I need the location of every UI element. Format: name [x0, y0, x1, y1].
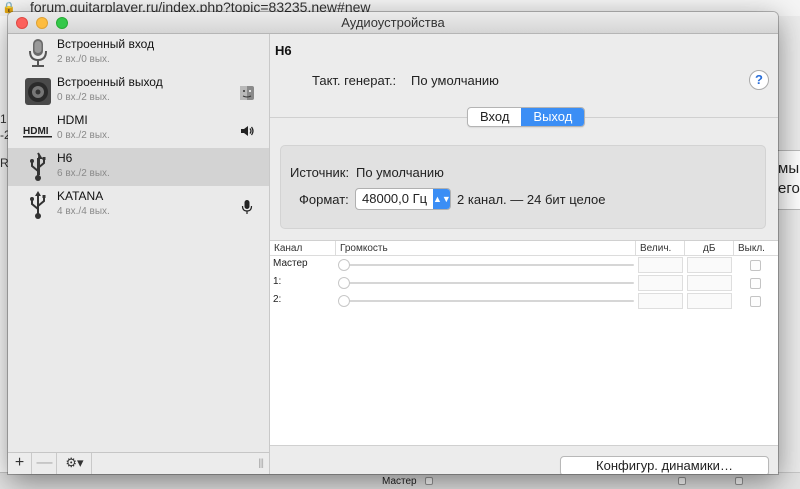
configure-speakers-button[interactable]: Конфигур. динамики…: [560, 456, 769, 474]
mute-checkbox[interactable]: [750, 278, 761, 289]
volume-slider-track: [339, 282, 634, 284]
column-header-value[interactable]: Велич.: [636, 241, 685, 256]
value-field[interactable]: [638, 257, 683, 273]
device-name: Встроенный выход: [57, 75, 163, 89]
close-window-button[interactable]: [16, 17, 28, 29]
device-item-h6[interactable]: H6 6 вх./2 вых.: [8, 148, 269, 186]
format-select[interactable]: 48000,0 Гц ▲▼: [355, 188, 451, 210]
format-label: Формат:: [299, 192, 349, 207]
format-select-value: 48000,0 Гц: [362, 191, 428, 206]
chevron-updown-icon: ▲▼: [433, 189, 451, 209]
background-checkbox: [735, 477, 743, 485]
device-item-builtin-input[interactable]: Встроенный вход 2 вх./0 вых.: [8, 34, 269, 72]
device-channels: 6 вх./2 вых.: [57, 168, 110, 179]
channel-label: 2:: [273, 294, 282, 305]
device-list: Встроенный вход 2 вх./0 вых. Встроенный …: [8, 34, 270, 474]
source-label: Источник:: [290, 165, 350, 180]
format-group: Источник: По умолчанию Формат: 48000,0 Г…: [280, 145, 766, 229]
volume-icon: [241, 126, 254, 136]
background-mixer-strip: Мастер: [0, 472, 800, 489]
volume-slider-knob[interactable]: [338, 277, 350, 289]
help-button[interactable]: ?: [749, 70, 769, 90]
volume-slider-track: [339, 300, 634, 302]
device-item-katana[interactable]: KATANA 4 вх./4 вых.: [8, 186, 269, 224]
device-name: Встроенный вход: [57, 37, 155, 51]
device-channels: 2 вх./0 вых.: [57, 54, 110, 65]
device-detail-pane: H6 Такт. генерат.: По умолчанию ? Вход В…: [270, 34, 778, 474]
device-list-toolbar: + — ⚙▾ |||: [8, 452, 269, 474]
svg-text:HDMI: HDMI: [23, 126, 49, 137]
resize-grip-icon[interactable]: |||: [258, 458, 264, 469]
remove-device-button[interactable]: —: [33, 453, 57, 474]
background-text: мы: [778, 160, 800, 177]
microphone-icon: [29, 39, 47, 67]
db-field[interactable]: [687, 257, 732, 273]
column-header-channel[interactable]: Канал: [270, 241, 336, 256]
device-item-hdmi[interactable]: HDMI HDMI 0 вх./2 вых.: [8, 110, 269, 148]
value-field[interactable]: [638, 275, 683, 291]
column-header-volume[interactable]: Громкость: [336, 241, 636, 256]
zoom-window-button[interactable]: [56, 17, 68, 29]
device-channels: 4 вх./4 вых.: [57, 206, 110, 217]
background-panel: мы его: [778, 150, 800, 210]
usb-icon: [30, 191, 46, 219]
source-value: По умолчанию: [356, 165, 444, 180]
db-field[interactable]: [687, 275, 732, 291]
background-text: 1: [0, 112, 7, 126]
tab-input[interactable]: Вход: [468, 108, 521, 126]
volume-slider-knob[interactable]: [338, 259, 350, 271]
background-text: его: [778, 180, 800, 197]
device-channels: 0 вх./2 вых.: [57, 130, 110, 141]
audio-devices-window: Аудиоустройства Встроенный вход 2 вх./0 …: [8, 12, 778, 474]
microphone-small-icon: [241, 200, 253, 214]
volume-slider-knob[interactable]: [338, 295, 350, 307]
window-title: Аудиоустройства: [341, 15, 445, 30]
hdmi-icon: HDMI: [23, 126, 52, 138]
title-bar[interactable]: Аудиоустройства: [8, 12, 778, 34]
minimize-window-button[interactable]: [36, 17, 48, 29]
background-master-label: Мастер: [382, 476, 417, 487]
format-description: 2 канал. — 24 бит целое: [457, 192, 606, 207]
channel-volume-table: Канал Громкость Велич. дБ Выкл. Мастер 1…: [270, 240, 778, 446]
usb-icon: [30, 152, 46, 181]
mute-checkbox[interactable]: [750, 296, 761, 307]
tab-output[interactable]: Выход: [521, 108, 585, 126]
background-page-right: мы его: [778, 16, 800, 489]
column-header-mute[interactable]: Выкл.: [734, 241, 778, 256]
device-item-builtin-output[interactable]: Встроенный выход 0 вх./2 вых.: [8, 72, 269, 110]
column-header-db[interactable]: дБ: [685, 241, 734, 256]
background-checkbox: [425, 477, 433, 485]
volume-slider-track: [339, 264, 634, 266]
device-name: HDMI: [57, 113, 88, 127]
input-output-tabs: Вход Выход: [467, 107, 586, 127]
clock-source-value: По умолчанию: [411, 73, 499, 88]
device-title: H6: [275, 43, 292, 58]
gear-menu-button[interactable]: ⚙▾: [58, 453, 92, 474]
device-name: H6: [57, 151, 73, 165]
background-checkbox: [678, 477, 686, 485]
add-device-button[interactable]: +: [8, 453, 32, 474]
finder-icon: [240, 86, 254, 100]
value-field[interactable]: [638, 293, 683, 309]
device-name: KATANA: [57, 189, 104, 203]
db-field[interactable]: [687, 293, 732, 309]
clock-source-label: Такт. генерат.:: [312, 73, 397, 88]
mute-checkbox[interactable]: [750, 260, 761, 271]
device-channels: 0 вх./2 вых.: [57, 92, 110, 103]
channel-label: 1:: [273, 276, 282, 287]
speaker-icon: [25, 78, 51, 105]
channel-label: Мастер: [273, 258, 308, 269]
background-page-left: 1 -2 R: [0, 16, 11, 489]
